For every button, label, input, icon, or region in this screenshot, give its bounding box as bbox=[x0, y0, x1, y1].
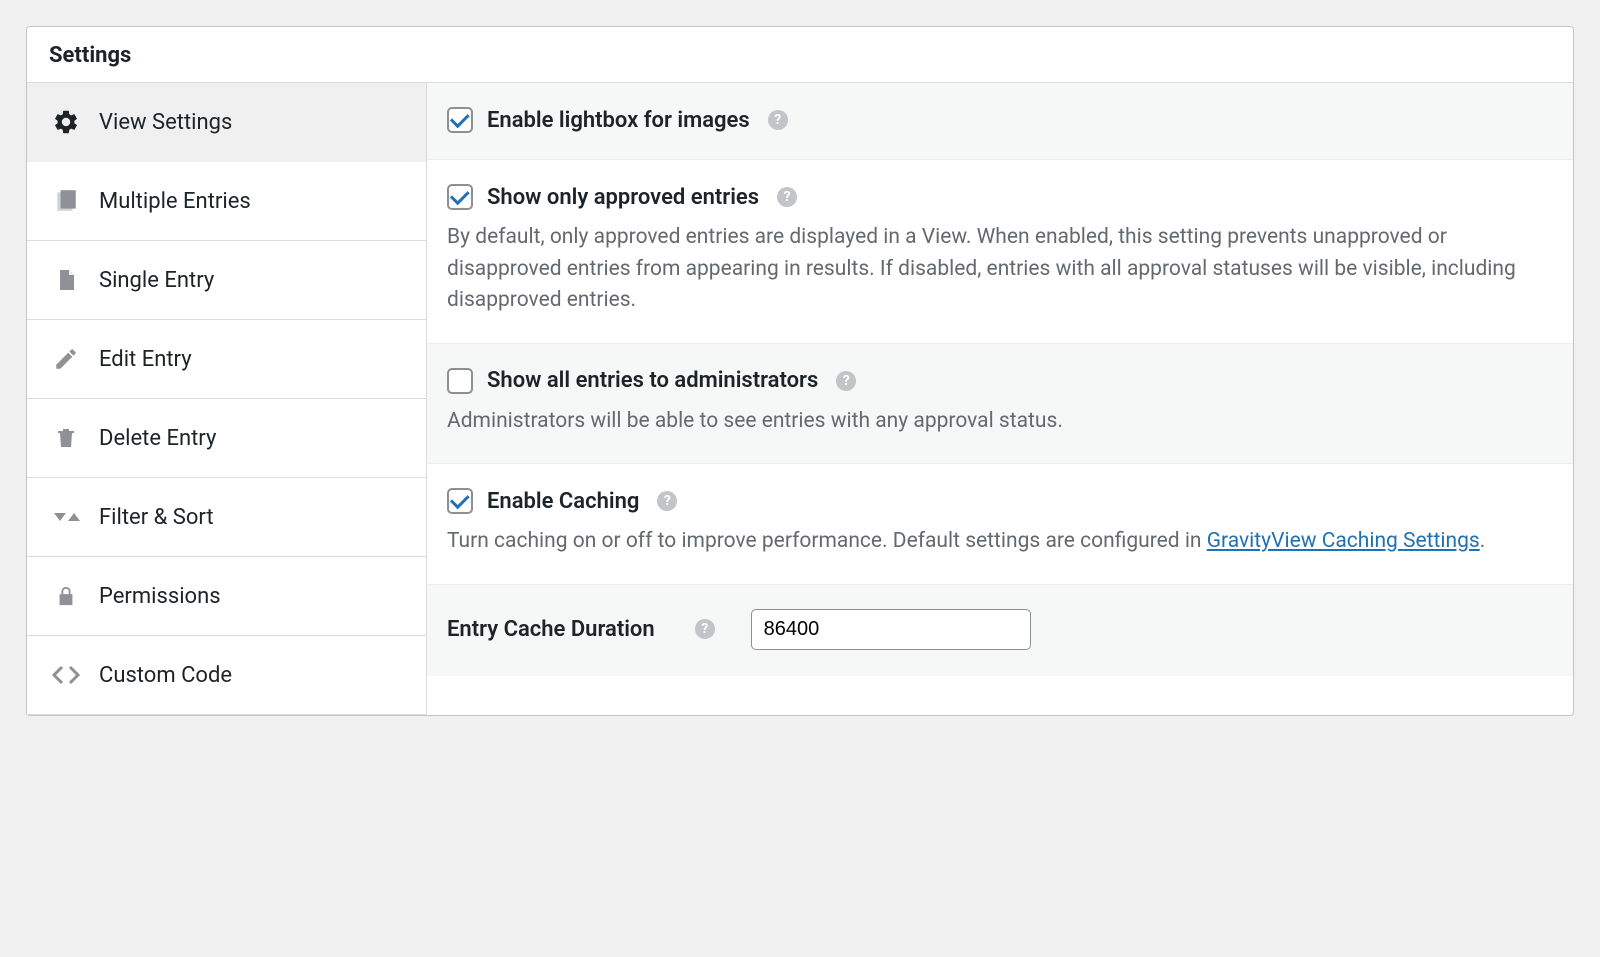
tab-label: Custom Code bbox=[99, 663, 232, 688]
help-icon[interactable]: ? bbox=[695, 619, 715, 639]
help-icon[interactable]: ? bbox=[657, 491, 677, 511]
settings-panel: Settings View Settings Multiple Entries bbox=[26, 26, 1574, 716]
setting-approved-entries: Show only approved entries ? By default,… bbox=[427, 160, 1573, 344]
tab-view-settings[interactable]: View Settings bbox=[27, 83, 426, 162]
tab-label: Multiple Entries bbox=[99, 189, 251, 214]
pencil-icon bbox=[51, 344, 81, 374]
lightbox-label: Enable lightbox for images bbox=[487, 108, 750, 133]
setting-lightbox: Enable lightbox for images ? bbox=[427, 83, 1573, 160]
tab-delete-entry[interactable]: Delete Entry bbox=[27, 399, 426, 478]
cache-duration-input[interactable] bbox=[751, 609, 1031, 650]
tab-edit-entry[interactable]: Edit Entry bbox=[27, 320, 426, 399]
tab-custom-code[interactable]: Custom Code bbox=[27, 636, 426, 715]
tab-multiple-entries[interactable]: Multiple Entries bbox=[27, 162, 426, 241]
help-icon[interactable]: ? bbox=[777, 187, 797, 207]
admin-all-label: Show all entries to administrators bbox=[487, 368, 818, 393]
settings-content: Enable lightbox for images ? Show only a… bbox=[427, 83, 1573, 715]
panel-body: View Settings Multiple Entries Single En… bbox=[27, 83, 1573, 715]
document-icon bbox=[51, 265, 81, 295]
admin-all-description: Administrators will be able to see entri… bbox=[447, 406, 1553, 438]
tab-label: Delete Entry bbox=[99, 426, 216, 451]
settings-tabs: View Settings Multiple Entries Single En… bbox=[27, 83, 427, 715]
setting-admin-all: Show all entries to administrators ? Adm… bbox=[427, 344, 1573, 465]
lightbox-checkbox[interactable] bbox=[447, 107, 473, 133]
caching-settings-link[interactable]: GravityView Caching Settings bbox=[1207, 529, 1480, 553]
admin-all-checkbox[interactable] bbox=[447, 368, 473, 394]
tab-permissions[interactable]: Permissions bbox=[27, 557, 426, 636]
tab-label: Permissions bbox=[99, 584, 221, 609]
caching-description: Turn caching on or off to improve perfor… bbox=[447, 526, 1553, 558]
help-icon[interactable]: ? bbox=[768, 110, 788, 130]
help-icon[interactable]: ? bbox=[836, 371, 856, 391]
code-icon bbox=[51, 660, 81, 690]
tab-filter-sort[interactable]: Filter & Sort bbox=[27, 478, 426, 557]
caching-label: Enable Caching bbox=[487, 489, 639, 514]
approved-label: Show only approved entries bbox=[487, 185, 759, 210]
setting-caching: Enable Caching ? Turn caching on or off … bbox=[427, 464, 1573, 585]
sort-icon bbox=[51, 502, 81, 532]
tab-label: Filter & Sort bbox=[99, 505, 214, 530]
lock-icon bbox=[51, 581, 81, 611]
stack-icon bbox=[51, 186, 81, 216]
tab-single-entry[interactable]: Single Entry bbox=[27, 241, 426, 320]
caching-checkbox[interactable] bbox=[447, 488, 473, 514]
tab-label: View Settings bbox=[99, 110, 232, 135]
panel-header: Settings bbox=[27, 27, 1573, 83]
tab-label: Single Entry bbox=[99, 268, 214, 293]
approved-description: By default, only approved entries are di… bbox=[447, 222, 1553, 317]
tab-label: Edit Entry bbox=[99, 347, 192, 372]
panel-title: Settings bbox=[49, 43, 1551, 68]
setting-cache-duration: Entry Cache Duration ? bbox=[427, 585, 1573, 676]
trash-icon bbox=[51, 423, 81, 453]
approved-checkbox[interactable] bbox=[447, 184, 473, 210]
cache-duration-label: Entry Cache Duration bbox=[447, 617, 655, 642]
gear-icon bbox=[51, 107, 81, 137]
